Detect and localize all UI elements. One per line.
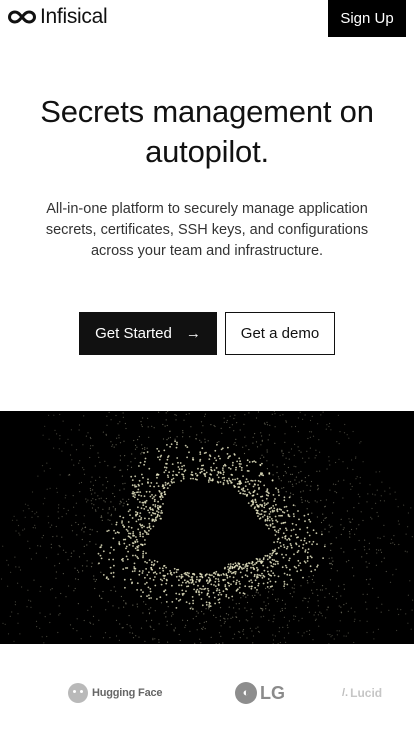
hero-visual [0, 411, 414, 644]
lucid-logo-icon: /. [342, 687, 349, 699]
infinity-logo-icon [8, 10, 36, 24]
hero-title: Secrets management on autopilot. [40, 94, 374, 169]
get-a-demo-button[interactable]: Get a demo [225, 312, 335, 355]
logo-label: Hugging Face [92, 687, 163, 699]
hero-subtitle: All-in-one platform to securely manage a… [45, 201, 369, 259]
brand-logo[interactable]: Infisical [8, 5, 108, 29]
particle-vortex-graphic [0, 411, 414, 644]
get-started-label: Get Started [95, 325, 172, 342]
lg-logo-icon: ◐ [235, 682, 257, 704]
logo-lucid: /. Lucid [342, 685, 382, 701]
brand-name: Infisical [40, 5, 108, 28]
site-header: Infisical Sign Up [0, 0, 414, 37]
logo-lg: ◐ LG [235, 681, 285, 705]
customer-logos: Hugging Face ◐ LG /. Lucid [0, 644, 414, 736]
hugging-face-logo-icon [68, 683, 88, 703]
sign-up-button[interactable]: Sign Up [328, 0, 406, 37]
logo-label: LG [260, 682, 285, 703]
get-started-button[interactable]: Get Started → [79, 312, 217, 355]
logo-hugging-face: Hugging Face [68, 683, 163, 703]
logo-label: Lucid [350, 686, 383, 700]
arrow-right-icon: → [185, 325, 201, 342]
